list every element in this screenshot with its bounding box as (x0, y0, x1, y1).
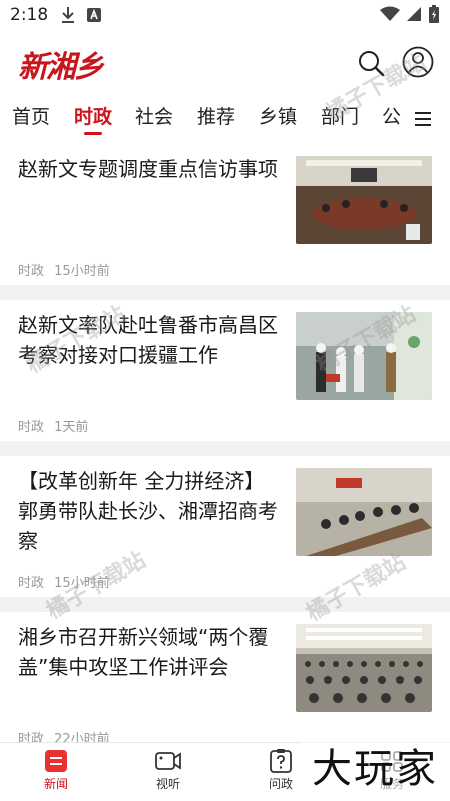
news-category: 时政 (18, 264, 45, 279)
tab-recommend[interactable]: 推荐 (197, 102, 235, 134)
news-thumbnail[interactable] (296, 468, 432, 556)
battery-icon (429, 5, 439, 23)
news-meta: 时政 15小时前 (18, 260, 110, 279)
news-title[interactable]: 赵新文率队赴吐鲁番市高昌区考察对接对口援疆工作 (18, 310, 278, 370)
search-icon[interactable] (356, 48, 386, 78)
category-tabs: 首页 时政 社会 推荐 乡镇 部门 公 (0, 94, 450, 144)
news-title[interactable]: 湘乡市召开新兴领域“两个覆盖”集中攻坚工作讲评会 (18, 622, 278, 682)
status-bar: 2:18 (0, 0, 450, 30)
news-time: 15小时前 (54, 576, 110, 591)
corner-brand-logo: 大玩家 (300, 742, 450, 800)
tab-society[interactable]: 社会 (135, 102, 173, 134)
signal-icon (407, 7, 421, 21)
tab-politics[interactable]: 时政 (74, 102, 112, 134)
video-camera-icon (155, 752, 181, 770)
tab-home[interactable]: 首页 (12, 102, 50, 134)
app-header: 新湘乡 (0, 30, 450, 94)
news-thumbnail[interactable] (296, 312, 432, 400)
news-time: 1天前 (54, 420, 89, 435)
user-avatar-icon[interactable] (402, 46, 434, 78)
wifi-icon (380, 6, 400, 21)
menu-icon[interactable] (414, 110, 434, 128)
news-icon (45, 750, 67, 772)
app-logo: 新湘乡 (18, 50, 104, 85)
tab-departments[interactable]: 部门 (321, 102, 359, 134)
active-tab-indicator (84, 132, 102, 135)
nav-news[interactable]: 新闻 (26, 749, 86, 792)
font-a-icon (87, 8, 102, 22)
news-card[interactable]: 【改革创新年 全力拼经济】郭勇带队赴长沙、湘潭招商考察 时政 15小时前 (0, 456, 450, 597)
question-clipboard-icon (270, 749, 292, 773)
news-card[interactable]: 赵新文率队赴吐鲁番市高昌区考察对接对口援疆工作 时政 1天前 (0, 300, 450, 441)
news-title[interactable]: 【改革创新年 全力拼经济】郭勇带队赴长沙、湘潭招商考察 (18, 466, 278, 556)
news-meta: 时政 1天前 (18, 416, 88, 435)
news-card[interactable]: 湘乡市召开新兴领域“两个覆盖”集中攻坚工作讲评会 时政 22小时前 (0, 612, 450, 753)
news-thumbnail[interactable] (296, 624, 432, 712)
download-icon (62, 7, 75, 23)
status-time: 2:18 (10, 5, 49, 25)
news-meta: 时政 15小时前 (18, 572, 110, 591)
tab-public[interactable]: 公 (382, 102, 401, 134)
news-time: 15小时前 (54, 264, 110, 279)
news-card[interactable]: 赵新文专题调度重点信访事项 时政 15小时前 (0, 144, 450, 285)
news-title[interactable]: 赵新文专题调度重点信访事项 (18, 154, 278, 184)
tab-towns[interactable]: 乡镇 (259, 102, 297, 134)
news-category: 时政 (18, 576, 45, 591)
nav-media[interactable]: 视听 (138, 749, 198, 792)
news-category: 时政 (18, 420, 45, 435)
nav-label: 视听 (155, 777, 180, 791)
news-thumbnail[interactable] (296, 156, 432, 244)
nav-label: 新闻 (43, 777, 68, 791)
